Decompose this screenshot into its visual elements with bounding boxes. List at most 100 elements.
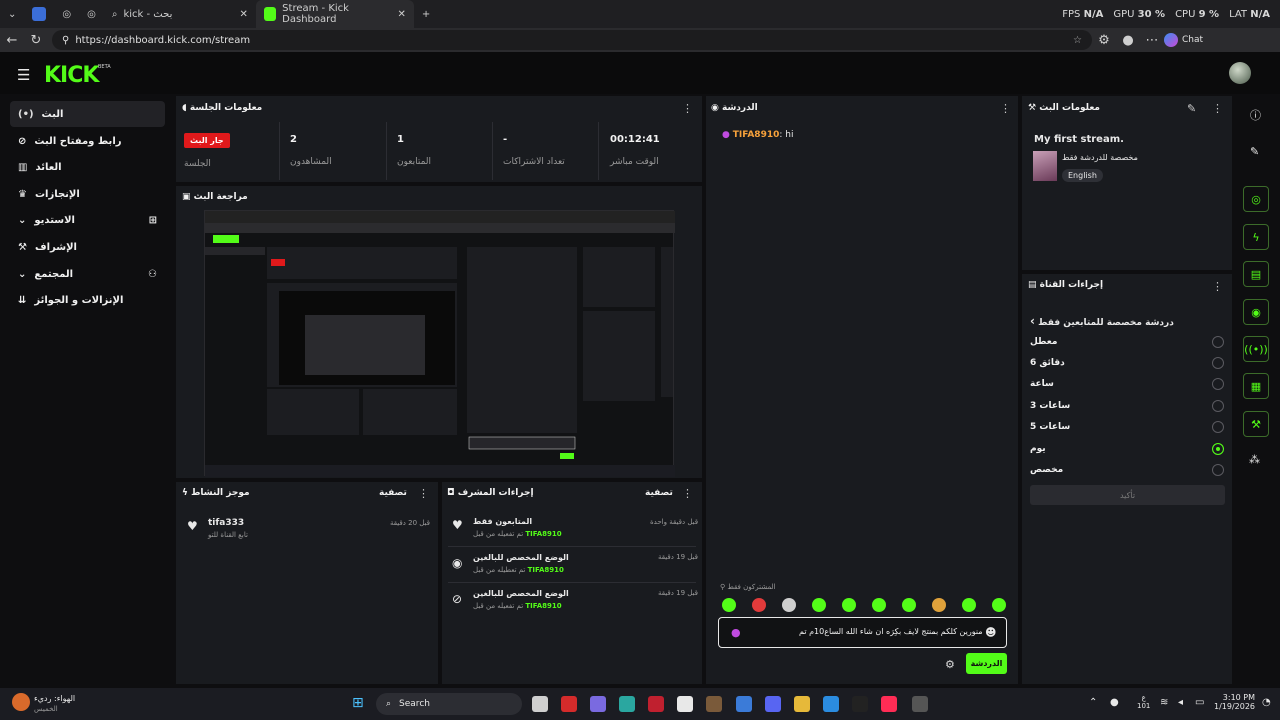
option-radio[interactable] <box>1212 378 1224 390</box>
rail-button-chat[interactable]: ◉ <box>1243 299 1269 325</box>
favorite-icon[interactable]: ☆ <box>1073 35 1082 46</box>
option-radio[interactable] <box>1212 464 1224 476</box>
more-options-icon[interactable]: ⋮ <box>682 102 693 115</box>
submenu-back-button[interactable]: ‹ دردشة مخصصة للمتابعين فقط <box>1030 314 1174 328</box>
more-options-icon[interactable]: ⋮ <box>682 487 693 500</box>
confirm-button[interactable]: تأكيد <box>1030 485 1225 505</box>
emote[interactable] <box>992 598 1006 612</box>
more-options-icon[interactable]: ⋮ <box>1212 102 1223 115</box>
notification-icon[interactable]: ◔ <box>1262 697 1271 708</box>
edit-icon[interactable]: ✎ <box>1187 102 1196 115</box>
rail-button-notes[interactable]: ▤ <box>1243 261 1269 287</box>
chat-send-button[interactable]: الدردشة <box>966 653 1007 674</box>
chat-input[interactable]: ● منورين كلكم بمنتج لايف بكِرَه ان شاء ا… <box>718 617 1007 648</box>
filter-button[interactable]: تصفية <box>645 488 673 498</box>
windows-start-icon[interactable]: ⊞ <box>352 695 364 711</box>
chevron-up-icon[interactable]: ⌃ <box>1089 697 1097 708</box>
close-icon[interactable]: ✕ <box>397 9 405 20</box>
option-radio[interactable] <box>1212 357 1224 369</box>
edit-icon[interactable]: ✎ <box>1250 145 1259 158</box>
option-radio[interactable] <box>1212 421 1224 433</box>
profile-avatar[interactable]: ● <box>1116 28 1140 52</box>
emote[interactable] <box>932 598 946 612</box>
mic-icon[interactable]: ● <box>731 626 741 639</box>
pinned-tab[interactable] <box>24 0 54 28</box>
stream-preview-video[interactable] <box>204 210 675 477</box>
store-icon[interactable] <box>677 696 693 712</box>
emote[interactable] <box>752 598 766 612</box>
battery-icon[interactable]: ▭ <box>1195 697 1204 708</box>
tab-kick-dashboard[interactable]: Stream - Kick Dashboard ✕ <box>255 0 414 28</box>
extensions-icon[interactable]: ⚙ <box>1092 28 1116 52</box>
rail-button-layout[interactable]: ▦ <box>1243 373 1269 399</box>
option-radio[interactable] <box>1212 336 1224 348</box>
clock[interactable]: 3:10 PM 1/19/2026 <box>1214 693 1255 711</box>
info-icon[interactable]: ⓘ <box>1250 107 1261 123</box>
option-radio-selected[interactable] <box>1212 443 1224 455</box>
back-button[interactable]: ← <box>0 28 24 52</box>
hamburger-icon[interactable]: ☰ <box>17 66 30 84</box>
language-indicator[interactable]: ع 101 <box>1137 694 1150 710</box>
tab-search[interactable]: ⌕ kick - بحث ✕ <box>104 0 256 28</box>
close-icon[interactable]: ✕ <box>239 9 247 20</box>
volume-icon[interactable]: ◂ <box>1178 697 1183 708</box>
weather-icon[interactable] <box>12 693 30 711</box>
app-icon[interactable] <box>706 696 722 712</box>
rail-button-broadcast[interactable]: ((•)) <box>1243 336 1269 362</box>
discord-icon[interactable] <box>765 696 781 712</box>
pinned-tab[interactable]: ◎ <box>54 0 79 28</box>
sidebar-item-stream[interactable]: (•) البث <box>10 101 165 127</box>
folder-icon[interactable] <box>794 696 810 712</box>
copilot-chat-button[interactable]: Chat <box>1164 33 1203 47</box>
sidebar-item-stream-key[interactable]: ⊘ رابط ومفتاح البث <box>10 128 165 154</box>
tiktok-studio-icon[interactable] <box>881 696 897 712</box>
new-tab-button[interactable]: + <box>414 0 438 28</box>
rail-button-tools[interactable]: ⚒ <box>1243 411 1269 437</box>
rail-button-capture[interactable]: ◎ <box>1243 186 1269 212</box>
taskbar-search[interactable]: ⌕ Search <box>376 693 522 715</box>
option-radio[interactable] <box>1212 400 1224 412</box>
tiktok-icon[interactable] <box>852 696 868 712</box>
emote[interactable] <box>782 598 796 612</box>
emote[interactable] <box>842 598 856 612</box>
emoji-picker-icon[interactable]: ☻ <box>985 626 996 639</box>
filter-button[interactable]: تصفية <box>379 488 407 498</box>
category-thumbnail[interactable] <box>1033 151 1057 181</box>
user-avatar[interactable] <box>1229 62 1251 84</box>
sidebar-item-revenue[interactable]: ▥ العائد <box>10 154 165 180</box>
sidebar-item-moderation[interactable]: ⚒ الإشراف <box>10 234 165 260</box>
sidebar-item-achievements[interactable]: ♛ الإنجازات <box>10 181 165 207</box>
more-options-icon[interactable]: ⋮ <box>418 487 429 500</box>
app-icon[interactable] <box>823 696 839 712</box>
emote[interactable] <box>902 598 916 612</box>
edge-icon[interactable] <box>619 696 635 712</box>
tab-menu-button[interactable]: ⌄ <box>0 0 24 28</box>
pinned-tab[interactable]: ◎ <box>79 0 104 28</box>
rail-button-boost[interactable]: ϟ <box>1243 224 1269 250</box>
kick-logo[interactable]: KICK <box>44 63 99 88</box>
app-icon[interactable] <box>648 696 664 712</box>
task-view-icon[interactable] <box>532 696 548 712</box>
emote[interactable] <box>722 598 736 612</box>
category-label[interactable]: مخصصة للدردشة فقط <box>1062 153 1138 162</box>
reload-button[interactable]: ↻ <box>24 28 48 52</box>
app-icon[interactable] <box>590 696 606 712</box>
mail-icon[interactable] <box>736 696 752 712</box>
more-tools-icon[interactable]: ⁂ <box>1249 453 1260 466</box>
chat-settings-icon[interactable]: ⚙ <box>945 658 955 671</box>
app-icon[interactable] <box>561 696 577 712</box>
more-icon[interactable]: ⋯ <box>1140 28 1164 52</box>
sidebar-item-community[interactable]: ⌄ المجتمع ⚇ <box>10 261 165 287</box>
emote[interactable] <box>962 598 976 612</box>
emote[interactable] <box>872 598 886 612</box>
mic-icon[interactable]: ● <box>1110 697 1119 708</box>
weather-label[interactable]: الهواء: رديء <box>34 694 75 703</box>
app-icon[interactable] <box>912 696 928 712</box>
more-options-icon[interactable]: ⋮ <box>1000 102 1011 115</box>
sidebar-item-drops[interactable]: ⇊ الإنزالات و الجوائز <box>10 287 165 313</box>
url-field[interactable]: ⚲ https://dashboard.kick.com/stream ☆ <box>52 30 1092 50</box>
sidebar-item-studio[interactable]: ⌄ الاستديو ⊞ <box>10 207 165 233</box>
more-options-icon[interactable]: ⋮ <box>1212 280 1223 293</box>
emote[interactable] <box>812 598 826 612</box>
wifi-icon[interactable]: ≋ <box>1160 697 1168 708</box>
